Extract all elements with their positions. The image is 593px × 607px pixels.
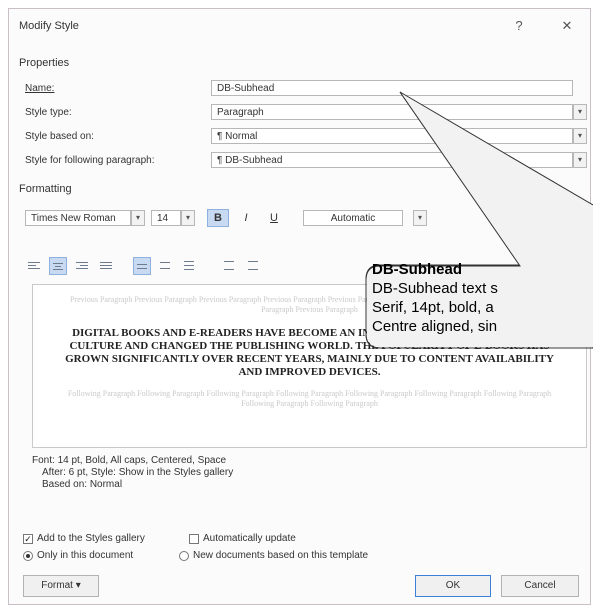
callout-line-3: Centre aligned, sin [372, 318, 498, 335]
callout-bubble [365, 91, 593, 349]
callout-line-1: DB-Subhead text s [372, 280, 498, 297]
callout-text: DB-Subhead DB-Subhead text s Serif, 14pt… [372, 260, 498, 336]
callout-line-2: Serif, 14pt, bold, a [372, 299, 494, 316]
callout-heading: DB-Subhead [372, 261, 462, 278]
